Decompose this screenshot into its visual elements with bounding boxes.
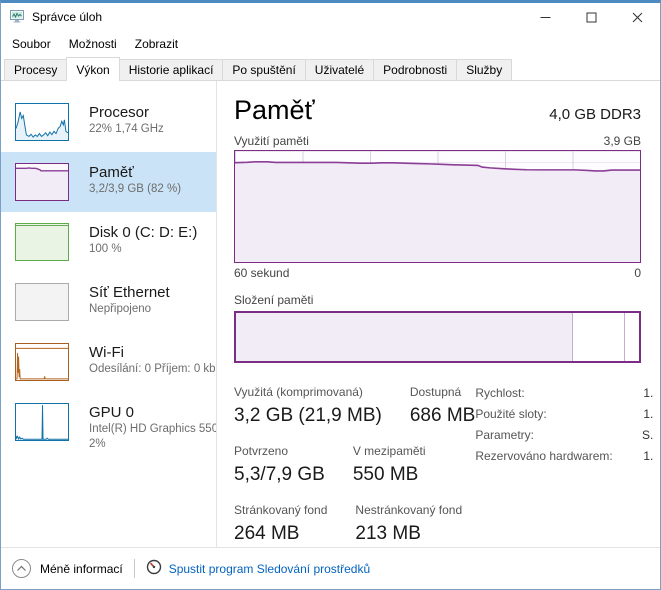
ethernet-status-text: Nepřipojeno [89,302,170,317]
tab-po-spusteni[interactable]: Po spuštění [222,59,305,80]
cpu-mini-graph [15,103,69,141]
minimize-button[interactable] [522,3,568,31]
memory-usage-text: 3,2/3,9 GB (82 %) [89,182,181,197]
menu-soubor[interactable]: Soubor [3,33,60,55]
tab-podrobnosti[interactable]: Podrobnosti [373,59,457,80]
disk-mini-graph [15,223,69,261]
memory-usage-chart [234,150,641,263]
less-details-button[interactable]: Méně informací [12,559,123,578]
stat-available: Dostupná 686 MB [410,385,475,427]
stat-nonpaged-pool: Nestránkovaný fond 213 MB [355,503,462,545]
tab-sluzby[interactable]: Služby [456,59,512,80]
stat-committed: Potvrzeno 5,3/7,9 GB [234,444,325,486]
gpu-usage-text: 2% [89,437,216,452]
app-icon [9,8,25,27]
detail-speed: Rychlost: 1. [475,386,653,400]
memory-capacity: 4,0 GB DDR3 [549,106,641,123]
composition-label: Složení paměti [234,293,641,307]
x-axis-left-label: 60 sekund [234,266,289,280]
title-bar: Správce úloh [1,3,660,31]
window-controls [522,3,660,31]
usage-chart-label: Využití paměti [234,134,309,148]
detail-slots-used: Použité sloty: 1. [475,407,653,421]
stat-used: Využitá (komprimovaná) 3,2 GB (21,9 MB) [234,385,382,427]
sidebar-item-disk[interactable]: Disk 0 (C: D: E:) 100 % [1,212,216,272]
task-manager-window: Správce úloh Soubor Možnosti Zobrazit Pr… [0,0,661,590]
less-details-label: Méně informací [40,562,123,576]
disk-title: Disk 0 (C: D: E:) [89,223,197,242]
memory-stats: Využitá (komprimovaná) 3,2 GB (21,9 MB) … [234,385,641,545]
menu-moznosti[interactable]: Možnosti [60,33,126,55]
detail-hardware-reserved: Rezervováno hardwarem: 1. [475,449,653,463]
stat-cached: V mezipaměti 550 MB [353,444,426,486]
cpu-title: Procesor [89,103,164,122]
footer-separator [134,559,135,578]
sidebar-item-memory[interactable]: Paměť 3,2/3,9 GB (82 %) [1,152,216,212]
memory-title: Paměť [89,163,181,182]
tab-procesy[interactable]: Procesy [4,59,67,80]
cpu-usage-text: 22% 1,74 GHz [89,122,164,137]
chevron-up-icon [12,559,31,578]
wifi-mini-graph [15,343,69,381]
resource-monitor-icon [146,559,162,578]
hardware-details: Rychlost: 1. Použité sloty: 1. Parametry… [475,385,653,545]
memory-detail-pane: Paměť 4,0 GB DDR3 Využití paměti 3,9 GB … [217,81,660,547]
usage-chart-max: 3,9 GB [604,134,641,148]
composition-used-segment [236,313,573,361]
gpu-mini-graph [15,403,69,441]
stat-paged-pool: Stránkovaný fond 264 MB [234,503,327,545]
tab-historie-aplikaci[interactable]: Historie aplikací [119,59,224,80]
close-button[interactable] [614,3,660,31]
disk-usage-text: 100 % [89,242,197,257]
sidebar-item-gpu[interactable]: GPU 0 Intel(R) HD Graphics 550 2% [1,392,216,463]
wifi-title: Wi-Fi [89,343,216,362]
composition-standby-segment [573,313,625,361]
open-resource-monitor-link[interactable]: Spustit program Sledování prostředků [146,559,370,578]
window-title: Správce úloh [32,10,102,24]
maximize-button[interactable] [568,3,614,31]
gpu-name-text: Intel(R) HD Graphics 550 [89,422,216,437]
ethernet-mini-graph [15,283,69,321]
tab-uzivatele[interactable]: Uživatelé [305,59,374,80]
resource-monitor-label: Spustit program Sledování prostředků [169,562,370,576]
sidebar-item-cpu[interactable]: Procesor 22% 1,74 GHz [1,92,216,152]
performance-content: Procesor 22% 1,74 GHz Paměť 3,2/3,9 GB (… [1,81,660,547]
sidebar-item-wifi[interactable]: Wi-Fi Odesílání: 0 Příjem: 0 kb [1,332,216,392]
wifi-traffic-text: Odesílání: 0 Příjem: 0 kb [89,362,216,377]
performance-sidebar: Procesor 22% 1,74 GHz Paměť 3,2/3,9 GB (… [1,81,217,547]
memory-mini-graph [15,163,69,201]
ethernet-title: Síť Ethernet [89,283,170,302]
x-axis-right-label: 0 [634,266,641,280]
menu-bar: Soubor Možnosti Zobrazit [1,31,660,57]
detail-form-factor: Parametry: S. [475,428,653,442]
gpu-title: GPU 0 [89,403,216,422]
tab-vykon[interactable]: Výkon [66,57,119,81]
composition-free-segment [625,313,639,361]
page-title: Paměť [234,95,315,126]
menu-zobrazit[interactable]: Zobrazit [126,33,187,55]
tab-bar: Procesy Výkon Historie aplikací Po spušt… [1,57,660,81]
memory-composition-bar [234,311,641,363]
footer-bar: Méně informací Spustit program Sledování… [1,547,660,589]
sidebar-item-ethernet[interactable]: Síť Ethernet Nepřipojeno [1,272,216,332]
